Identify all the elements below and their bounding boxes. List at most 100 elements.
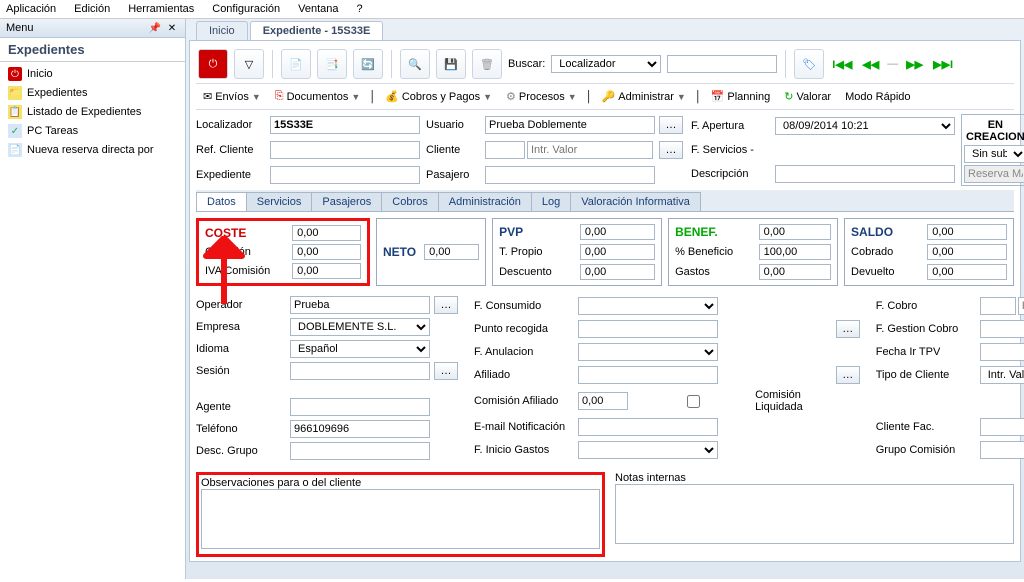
- cliente-lookup-button[interactable]: …: [659, 141, 683, 159]
- innertab-valoracion[interactable]: Valoración Informativa: [570, 192, 701, 211]
- fanulacion-input[interactable]: [578, 343, 718, 361]
- nav-last[interactable]: ▶▶I: [931, 58, 955, 71]
- localizador-input[interactable]: [270, 116, 420, 134]
- copy-button[interactable]: 📑: [317, 49, 347, 79]
- agente-input[interactable]: [290, 398, 430, 416]
- telefono-input[interactable]: [290, 420, 430, 438]
- clientefac-input[interactable]: [980, 418, 1024, 436]
- puntorecogida-input[interactable]: [578, 320, 718, 338]
- usuario-lookup-button[interactable]: …: [659, 116, 683, 134]
- fapertura-input[interactable]: 08/09/2014 10:21: [775, 117, 955, 135]
- pasajero-input[interactable]: [485, 166, 655, 184]
- modorapido-button[interactable]: Modo Rápido: [840, 89, 915, 105]
- status-title: EN CREACION: [964, 117, 1024, 145]
- comafiliado-label: Comisión Afiliado: [474, 395, 574, 407]
- procesos-button[interactable]: ⚙ Procesos ▼: [501, 88, 582, 105]
- refresh-button[interactable]: 🔄: [353, 49, 383, 79]
- close-button[interactable]: ⏻: [198, 49, 228, 79]
- administrar-button[interactable]: 🔑 Administrar ▼: [597, 88, 691, 105]
- planning-button[interactable]: 📅 Planning: [706, 88, 776, 105]
- innertab-datos[interactable]: Datos: [196, 192, 247, 211]
- pin-icon[interactable]: 📌: [148, 21, 162, 35]
- sesion-label: Sesión: [196, 365, 286, 377]
- close-sidebar-icon[interactable]: ✕: [165, 21, 179, 35]
- empresa-select[interactable]: DOBLEMENTE S.L.: [290, 318, 430, 336]
- tipocliente-select[interactable]: Intr. Valor: [980, 366, 1024, 384]
- sidebar-item-listado[interactable]: 📋Listado de Expedientes: [6, 104, 179, 120]
- sidebar-item-pctareas[interactable]: ✓PC Tareas: [6, 123, 179, 139]
- innertab-admin[interactable]: Administración: [438, 192, 532, 211]
- finigastos-input[interactable]: [578, 441, 718, 459]
- devuelto-label: Devuelto: [851, 266, 919, 278]
- tag-button[interactable]: 🏷: [794, 49, 824, 79]
- sesion-lookup[interactable]: …: [434, 362, 458, 380]
- cobros-button[interactable]: 💰 Cobros y Pagos ▼: [380, 88, 497, 105]
- sidebar-item-nuevareserva[interactable]: 📄Nueva reserva directa por: [6, 142, 179, 158]
- acredito-checkbox[interactable]: A Crédito: [980, 389, 1024, 413]
- search-button[interactable]: 🔍: [400, 49, 430, 79]
- nav-prev[interactable]: ◀◀: [860, 58, 881, 71]
- observaciones-textarea[interactable]: [201, 489, 600, 549]
- substatus-select[interactable]: Sin subestado: [964, 145, 1024, 163]
- saldo-value: 0,00: [927, 224, 1007, 240]
- operador-input[interactable]: [290, 296, 430, 314]
- menu-configuracion[interactable]: Configuración: [212, 3, 280, 15]
- menu-herramientas[interactable]: Herramientas: [128, 3, 194, 15]
- tab-inicio[interactable]: Inicio: [196, 21, 248, 40]
- agente-label: Agente: [196, 401, 286, 413]
- fgestioncobro-input[interactable]: [980, 320, 1024, 338]
- grupocomision-input[interactable]: [980, 441, 1024, 459]
- search-label: Buscar:: [508, 58, 545, 70]
- innertab-cobros[interactable]: Cobros: [381, 192, 438, 211]
- afiliado-lookup[interactable]: …: [836, 366, 860, 384]
- fechairtpv-input[interactable]: [980, 343, 1024, 361]
- search-mode-select[interactable]: Localizador: [551, 55, 661, 73]
- usuario-input[interactable]: [485, 116, 655, 134]
- innertab-servicios[interactable]: Servicios: [246, 192, 313, 211]
- fconsumido-label: F. Consumido: [474, 300, 574, 312]
- afiliado-input[interactable]: [578, 366, 718, 384]
- nav-next[interactable]: ▶▶: [904, 58, 925, 71]
- expediente-input[interactable]: [270, 166, 420, 184]
- menu-aplicacion[interactable]: Aplicación: [6, 3, 56, 15]
- idioma-select[interactable]: Español: [290, 340, 430, 358]
- fcobro-input[interactable]: [1018, 297, 1024, 315]
- sidebar-item-inicio[interactable]: ⏻Inicio: [6, 66, 179, 82]
- envios-button[interactable]: ✉ Envíos ▼: [198, 88, 266, 105]
- menu-help[interactable]: ?: [357, 3, 363, 15]
- comliquidada-checkbox[interactable]: Comisión Liquidada: [634, 389, 832, 413]
- descripcion-input[interactable]: [775, 165, 955, 183]
- afiliado-label: Afiliado: [474, 369, 574, 381]
- usuario-label: Usuario: [426, 119, 481, 131]
- save-button[interactable]: 💾: [436, 49, 466, 79]
- fcobro-code[interactable]: [980, 297, 1016, 315]
- nav-first[interactable]: I◀◀: [830, 58, 854, 71]
- descgrupo-label: Desc. Grupo: [196, 445, 286, 457]
- cliente-input[interactable]: [527, 141, 653, 159]
- tab-expediente[interactable]: Expediente - 15S33E: [250, 21, 384, 40]
- refcliente-input[interactable]: [270, 141, 420, 159]
- comafiliado-input[interactable]: [578, 392, 628, 410]
- fconsumido-input[interactable]: [578, 297, 718, 315]
- emailnotif-input[interactable]: [578, 418, 718, 436]
- menubar: Aplicación Edición Herramientas Configur…: [0, 0, 1024, 19]
- empresa-label: Empresa: [196, 321, 286, 333]
- sesion-input[interactable]: [290, 362, 430, 380]
- operador-lookup[interactable]: …: [434, 296, 458, 314]
- puntorecogida-lookup[interactable]: …: [836, 320, 860, 338]
- filter-button[interactable]: ▽: [234, 49, 264, 79]
- notasinternas-textarea[interactable]: [615, 484, 1014, 544]
- innertab-log[interactable]: Log: [531, 192, 571, 211]
- sidebar-item-expedientes[interactable]: 📁Expedientes: [6, 85, 179, 101]
- menu-ventana[interactable]: Ventana: [298, 3, 338, 15]
- documentos-button[interactable]: ⎘ Documentos ▼: [270, 88, 366, 105]
- menu-edicion[interactable]: Edición: [74, 3, 110, 15]
- delete-button[interactable]: 🗑: [472, 49, 502, 79]
- search-input[interactable]: [667, 55, 777, 73]
- innertab-pasajeros[interactable]: Pasajeros: [311, 192, 382, 211]
- gastos-value: 0,00: [759, 264, 831, 280]
- valorar-button[interactable]: ↻ Valorar: [779, 88, 836, 105]
- descgrupo-input[interactable]: [290, 442, 430, 460]
- new-button[interactable]: 📄: [281, 49, 311, 79]
- cliente-code-input[interactable]: [485, 141, 525, 159]
